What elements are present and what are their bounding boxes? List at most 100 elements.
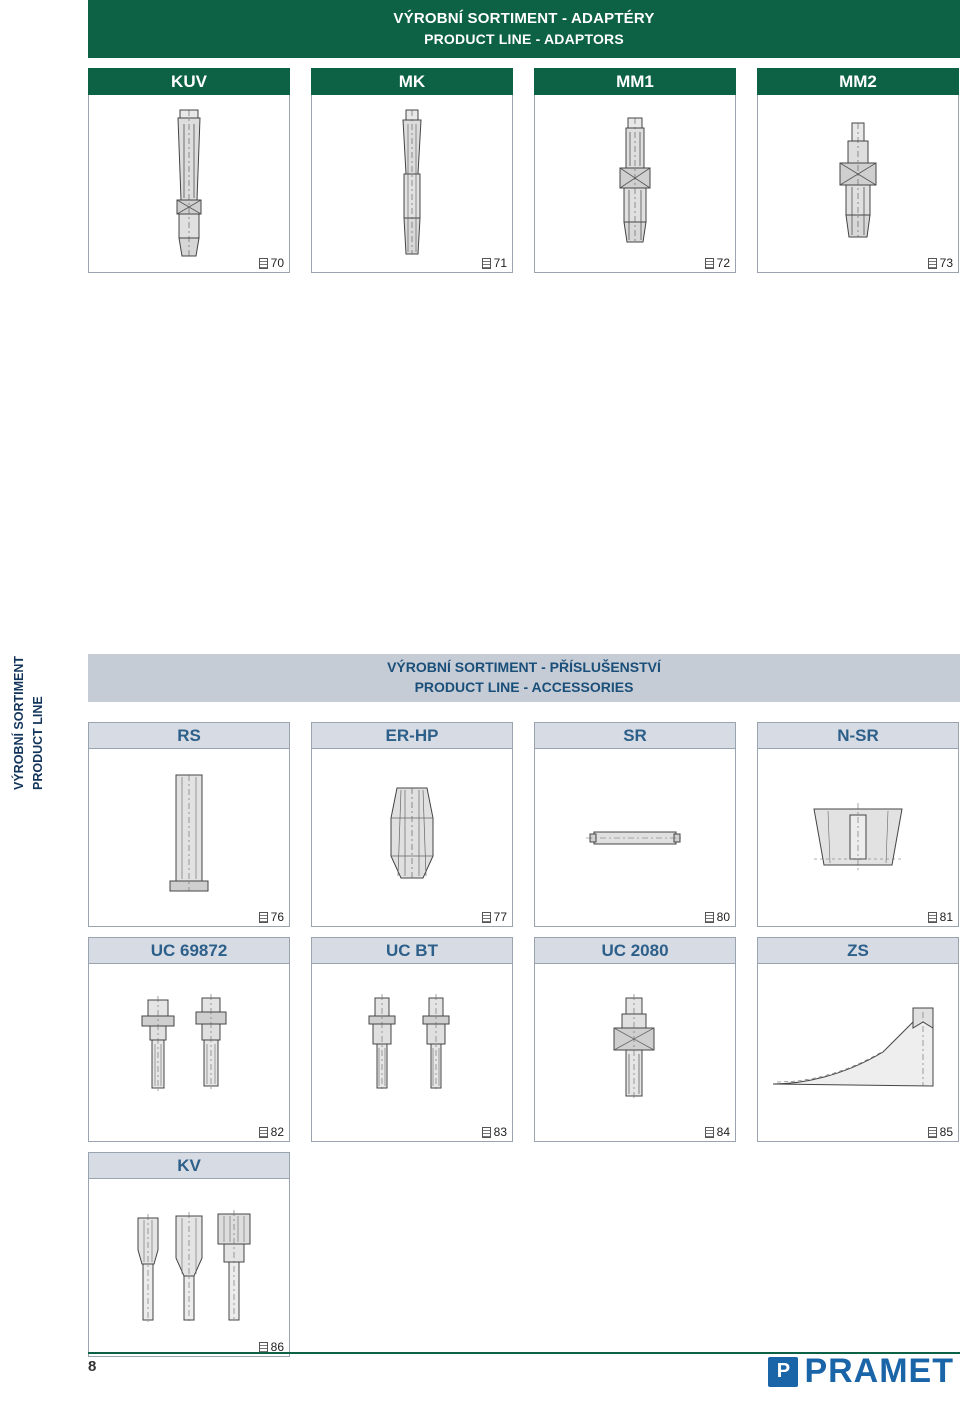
page-ref: 82 (258, 1125, 284, 1139)
page-ref-number: 73 (939, 256, 953, 270)
page-ref-number: 80 (716, 910, 730, 924)
accessory-uc69872-drawing (141, 993, 227, 1092)
page-ref: 80 (704, 910, 730, 924)
product-drawing-area (311, 964, 513, 1142)
accessory-sr-drawing (586, 831, 684, 844)
product-card-zs[interactable]: ZS 85 (757, 937, 959, 1142)
product-card-kuv[interactable]: KUV 70 (88, 68, 290, 273)
page-ref-number: 76 (270, 910, 284, 924)
product-card-label: MM2 (757, 68, 959, 95)
product-card-label: N-SR (757, 722, 959, 749)
product-drawing-area (88, 1179, 290, 1357)
book-icon (927, 1126, 937, 1138)
product-card-label: KUV (88, 68, 290, 95)
product-card-erhp[interactable]: ER-HP 77 (311, 722, 513, 927)
side-tab-line-en: PRODUCT LINE (30, 696, 45, 790)
accessories-title-cs: VÝROBNÍ SORTIMENT - PŘÍSLUŠENSTVÍ (387, 659, 661, 676)
product-card-label: UC 69872 (88, 937, 290, 964)
product-drawing-area (311, 749, 513, 927)
product-card-uc69872[interactable]: UC 69872 82 (88, 937, 290, 1142)
accessory-kv-drawing (137, 1209, 251, 1322)
page-ref: 81 (927, 910, 953, 924)
product-drawing-area (534, 964, 736, 1142)
page-ref-number: 77 (493, 910, 507, 924)
header-title-cs: VÝROBNÍ SORTIMENT - ADAPTÉRY (393, 10, 655, 28)
page-ref-number: 72 (716, 256, 730, 270)
product-drawing-area (757, 964, 959, 1142)
accessory-zs-drawing (772, 1007, 934, 1087)
product-card-ucbt[interactable]: UC BT 83 (311, 937, 513, 1142)
logo-wordmark: PRAMET (804, 1352, 954, 1390)
page-ref-number: 81 (939, 910, 953, 924)
product-card-label: ER-HP (311, 722, 513, 749)
product-card-label: SR (534, 722, 736, 749)
book-icon (481, 911, 491, 923)
page-ref: 85 (927, 1125, 953, 1139)
product-card-label: KV (88, 1152, 290, 1179)
product-card-label: ZS (757, 937, 959, 964)
product-card-label: RS (88, 722, 290, 749)
page-ref-number: 84 (716, 1125, 730, 1139)
product-drawing-area (311, 95, 513, 273)
product-card-mm1[interactable]: MM1 72 (534, 68, 736, 273)
product-card-rs[interactable]: RS 76 (88, 722, 290, 927)
product-drawing-area (88, 95, 290, 273)
accessory-ucbt-drawing (368, 993, 450, 1092)
page-ref: 70 (258, 256, 284, 270)
book-icon (704, 257, 714, 269)
product-drawing-area (757, 95, 959, 273)
accessories-banner: VÝROBNÍ SORTIMENT - PŘÍSLUŠENSTVÍ PRODUC… (88, 654, 960, 702)
adaptor-mm1-drawing (619, 117, 651, 242)
accessory-erhp-drawing (390, 787, 434, 878)
accessory-uc2080-drawing (613, 993, 655, 1100)
product-drawing-area (88, 749, 290, 927)
book-icon (704, 1126, 714, 1138)
product-card-sr[interactable]: SR 80 (534, 722, 736, 927)
side-tab-line-cs: VÝROBNÍ SORTIMENT (12, 655, 26, 790)
product-card-kv[interactable]: KV 86 (88, 1152, 290, 1357)
header-title-en: PRODUCT LINE - ADAPTORS (424, 30, 624, 47)
page-ref: 71 (481, 256, 507, 270)
book-icon (481, 1126, 491, 1138)
product-card-mk[interactable]: MK 71 (311, 68, 513, 273)
product-card-label: UC BT (311, 937, 513, 964)
product-card-uc2080[interactable]: UC 2080 84 (534, 937, 736, 1142)
accessory-nsr-drawing (813, 802, 903, 873)
page-number: 8 (88, 1358, 97, 1375)
product-card-label: UC 2080 (534, 937, 736, 964)
page-ref-number: 70 (270, 256, 284, 270)
product-card-label: MK (311, 68, 513, 95)
page-ref-number: 83 (493, 1125, 507, 1139)
product-drawing-area (757, 749, 959, 927)
page-ref: 76 (258, 910, 284, 924)
adaptor-kuv-drawing (176, 109, 202, 256)
product-card-mm2[interactable]: MM2 73 (757, 68, 959, 273)
product-drawing-area (534, 95, 736, 273)
page-ref-number: 82 (270, 1125, 284, 1139)
book-icon (258, 1341, 268, 1353)
product-drawing-area (534, 749, 736, 927)
page-ref: 84 (704, 1125, 730, 1139)
side-tab-product-line: VÝROBNÍ SORTIMENT PRODUCT LINE (10, 655, 48, 790)
book-icon (927, 911, 937, 923)
book-icon (704, 911, 714, 923)
catalog-page: VÝROBNÍ SORTIMENT - ADAPTÉRY PRODUCT LIN… (0, 0, 960, 1405)
page-ref: 72 (704, 256, 730, 270)
book-icon (258, 257, 268, 269)
book-icon (927, 257, 937, 269)
brand-logo: P PRAMET (768, 1352, 954, 1391)
logo-mark-icon: P (768, 1356, 799, 1387)
page-header: VÝROBNÍ SORTIMENT - ADAPTÉRY PRODUCT LIN… (88, 0, 960, 58)
product-drawing-area (88, 964, 290, 1142)
adaptor-mm2-drawing (839, 122, 877, 237)
adaptor-mk-drawing (402, 109, 422, 254)
book-icon (481, 257, 491, 269)
page-ref-number: 85 (939, 1125, 953, 1139)
book-icon (258, 911, 268, 923)
product-card-nsr[interactable]: N-SR 81 (757, 722, 959, 927)
page-ref: 73 (927, 256, 953, 270)
product-card-label: MM1 (534, 68, 736, 95)
accessories-title-en: PRODUCT LINE - ACCESSORIES (414, 679, 634, 695)
book-icon (258, 1126, 268, 1138)
page-ref: 77 (481, 910, 507, 924)
